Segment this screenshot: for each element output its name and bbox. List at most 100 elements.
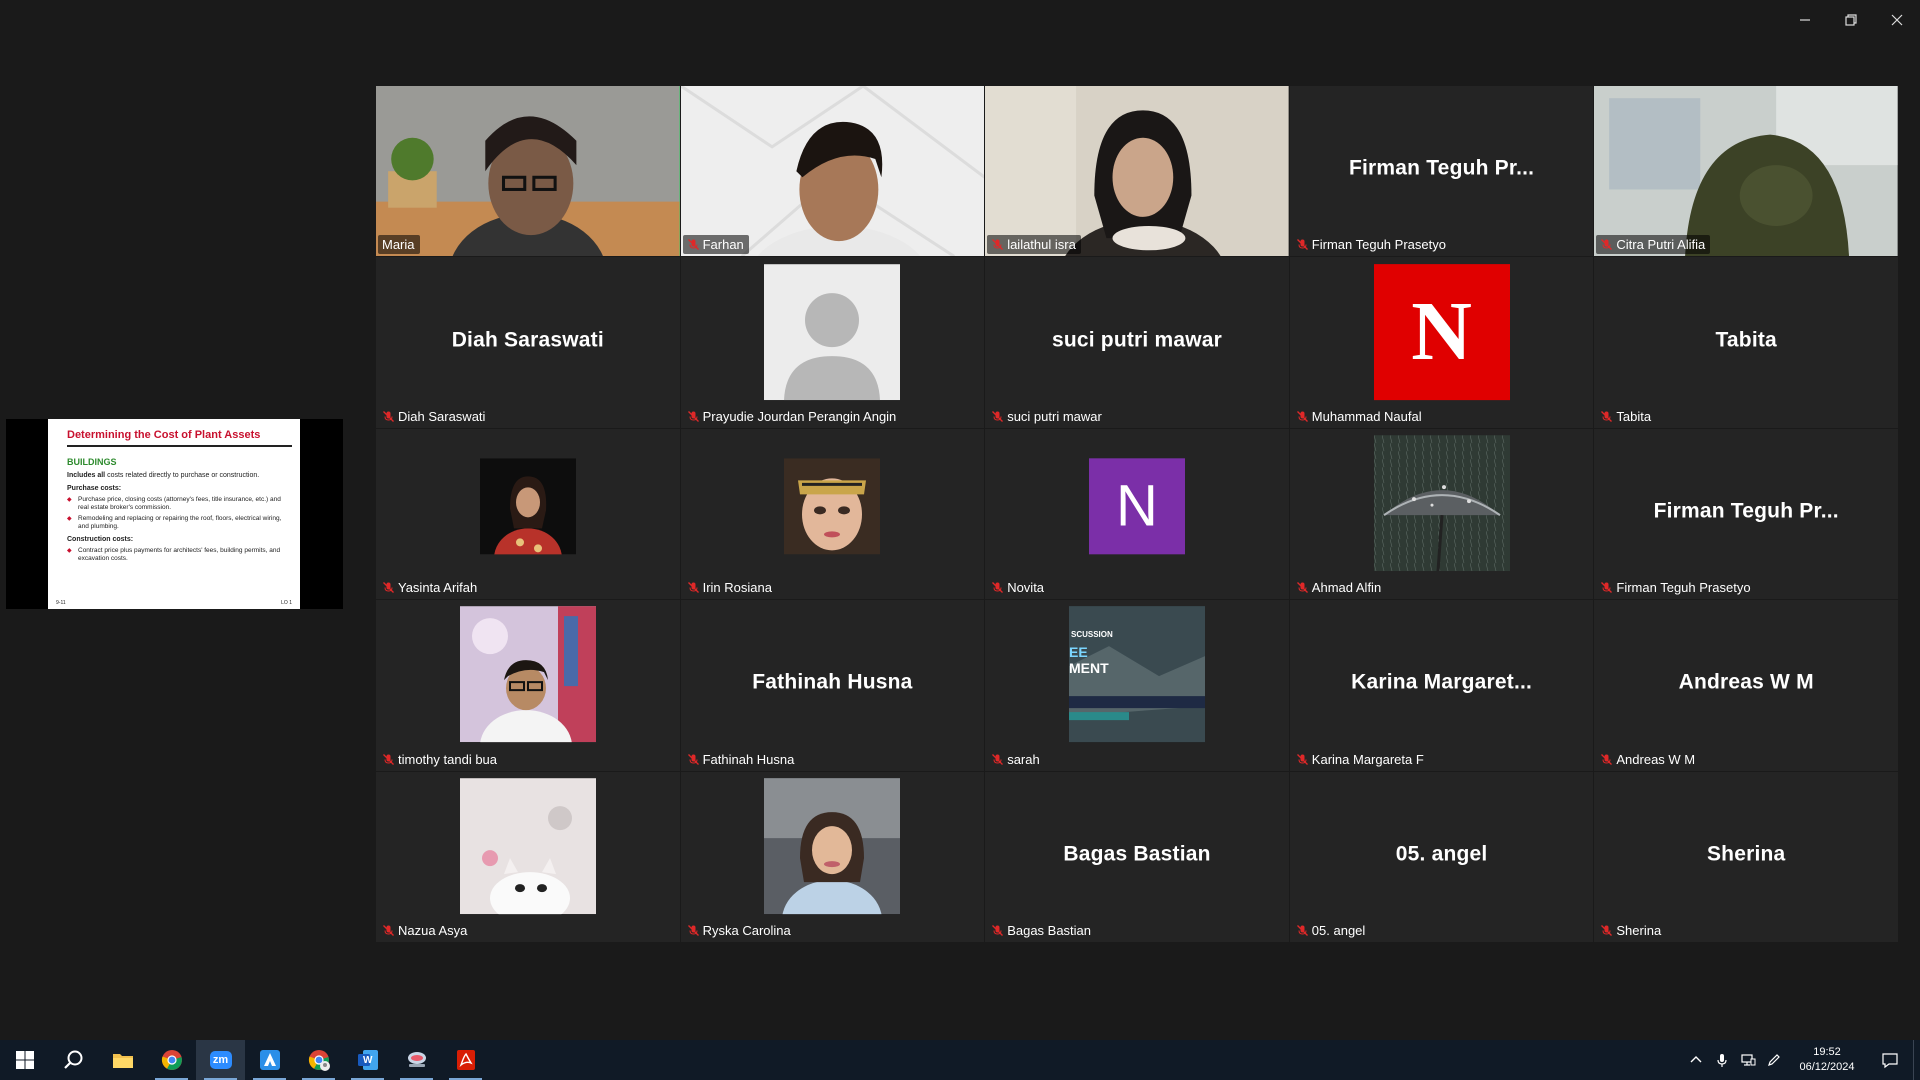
microphone-icon [1717,1054,1727,1067]
muted-mic-icon [687,924,700,937]
participant-name: Irin Rosiana [702,580,772,596]
participant-name: Karina Margareta F [1311,751,1424,767]
taskbar-word[interactable]: W [343,1040,392,1080]
shared-screen-thumbnail[interactable]: Determining the Cost of Plant Assets BUI… [6,419,343,609]
participant-tile[interactable]: Citra Putri Alifia [1594,86,1898,257]
photo-avatar [459,606,596,743]
participant-display-name: Bagas Bastian [1063,842,1211,866]
participant-tile[interactable]: Fathinah Husna Fathinah Husna [680,600,985,771]
participant-tile[interactable]: Karina Margaret... Karina Margareta F [1289,600,1594,771]
taskbar-azure-data-studio[interactable] [245,1040,294,1080]
letter-avatar: N [1088,458,1185,555]
participant-nameplate: Nazua Asya [378,921,472,940]
participant-tile[interactable]: Maria [376,86,680,257]
muted-mic-icon [1296,581,1309,594]
participant-nameplate: Novita [987,578,1049,597]
participant-nameplate: Firman Teguh Prasetyo [1596,578,1755,597]
participant-tile[interactable]: Firman Teguh Pr... Firman Teguh Prasetyo [1289,86,1594,257]
search-button[interactable] [49,1040,98,1080]
slide-intro-bold: Includes all [67,472,106,479]
taskbar-acrobat[interactable] [441,1040,490,1080]
participant-tile[interactable]: Yasinta Arifah [376,428,680,600]
participant-display-name: Firman Teguh Pr... [1653,499,1839,523]
participant-nameplate: Diah Saraswati [378,407,490,426]
participant-name: Maria [382,237,415,253]
photo-avatar [479,458,576,555]
slide-divider [67,445,292,447]
participant-name: 05. angel [1311,922,1366,938]
acrobat-icon [456,1050,475,1070]
restore-icon [1845,14,1857,26]
muted-mic-icon [1600,410,1613,423]
restore-button[interactable] [1828,0,1874,40]
participant-nameplate: 05. angel [1292,921,1371,940]
participant-tile[interactable]: timothy tandi bua [376,600,680,771]
muted-mic-icon [991,410,1004,423]
participant-tile[interactable]: N Muhammad Naufal [1289,257,1594,428]
chrome-icon [161,1050,182,1070]
muted-mic-icon [687,238,700,251]
show-desktop-button[interactable] [1913,1040,1920,1080]
slide-construction-label: Construction costs: [67,536,134,543]
chevron-up-icon [1690,1056,1702,1063]
participant-tile[interactable]: Nazua Asya [376,771,680,942]
tray-overflow-button[interactable] [1683,1040,1709,1080]
muted-mic-icon [1600,238,1613,251]
clock-time: 19:52 [1813,1046,1841,1058]
slide-title: Determining the Cost of Plant Assets [67,429,261,441]
clock-date: 06/12/2024 [1799,1061,1855,1073]
participant-tile[interactable]: SCUSSION EE MENT sarah [985,600,1289,771]
participant-tile[interactable]: Ryska Carolina [680,771,985,942]
participant-tile[interactable]: Sherina Sherina [1594,771,1898,942]
participant-nameplate: Irin Rosiana [683,578,777,597]
participant-name: timothy tandi bua [398,751,498,767]
azure-data-studio-icon [259,1050,280,1070]
participant-video [376,86,680,257]
slide-page-number: 9-11 [56,600,66,606]
minimize-button[interactable] [1782,0,1828,40]
participant-tile[interactable]: lailathul isra [985,86,1289,257]
muted-mic-icon [991,924,1004,937]
muted-mic-icon [382,924,395,937]
slide-lo-tag: LO 1 [281,600,292,606]
tray-microphone[interactable] [1709,1040,1735,1080]
participant-tile[interactable]: Prayudie Jourdan Perangin Angin [680,257,985,428]
taskbar-chrome[interactable] [147,1040,196,1080]
zoom-label: zm [212,1054,229,1066]
slide-intro-rest: costs related directly to purchase or co… [105,472,260,479]
tray-network[interactable] [1735,1040,1761,1080]
close-button[interactable] [1874,0,1920,40]
participant-nameplate: Maria [378,235,420,255]
slide-bullet: Purchase price, closing costs (attorney'… [67,496,290,512]
participant-tile[interactable]: N Novita [985,428,1289,600]
participant-tile[interactable]: Bagas Bastian Bagas Bastian [985,771,1289,942]
system-tray: 19:52 06/12/2024 [1683,1040,1920,1080]
participant-name: sarah [1007,751,1040,767]
gallery-grid: Maria Farhan lailathul isra Firman Teguh… [376,86,1898,942]
participant-tile[interactable]: Farhan [680,86,985,257]
start-button[interactable] [0,1040,49,1080]
system-clock[interactable]: 19:52 06/12/2024 [1787,1045,1867,1075]
taskbar-zoom[interactable]: zm [196,1040,245,1080]
participant-tile[interactable]: suci putri mawar suci putri mawar [985,257,1289,428]
notification-center-button[interactable] [1867,1040,1913,1080]
muted-mic-icon [991,753,1004,766]
taskbar-file-explorer[interactable] [98,1040,147,1080]
muted-mic-icon [1296,410,1309,423]
participant-tile[interactable]: Tabita Tabita [1594,257,1898,428]
window-controls [1782,0,1920,40]
participant-tile[interactable]: Irin Rosiana [680,428,985,600]
default-avatar [764,263,901,400]
participant-tile[interactable]: Diah Saraswati Diah Saraswati [376,257,680,428]
participant-tile[interactable]: Andreas W M Andreas W M [1594,600,1898,771]
participant-name: Prayudie Jourdan Perangin Angin [702,408,897,424]
participant-tile[interactable]: Firman Teguh Pr... Firman Teguh Prasetyo [1594,428,1898,600]
taskbar-photos[interactable] [392,1040,441,1080]
photo-avatar [459,777,596,914]
participant-name: Sherina [1616,922,1662,938]
participant-name: Nazua Asya [398,922,468,938]
taskbar-chrome-profile[interactable] [294,1040,343,1080]
participant-tile[interactable]: 05. angel 05. angel [1289,771,1594,942]
tray-pen[interactable] [1761,1040,1787,1080]
participant-tile[interactable]: Ahmad Alfin [1289,428,1594,600]
